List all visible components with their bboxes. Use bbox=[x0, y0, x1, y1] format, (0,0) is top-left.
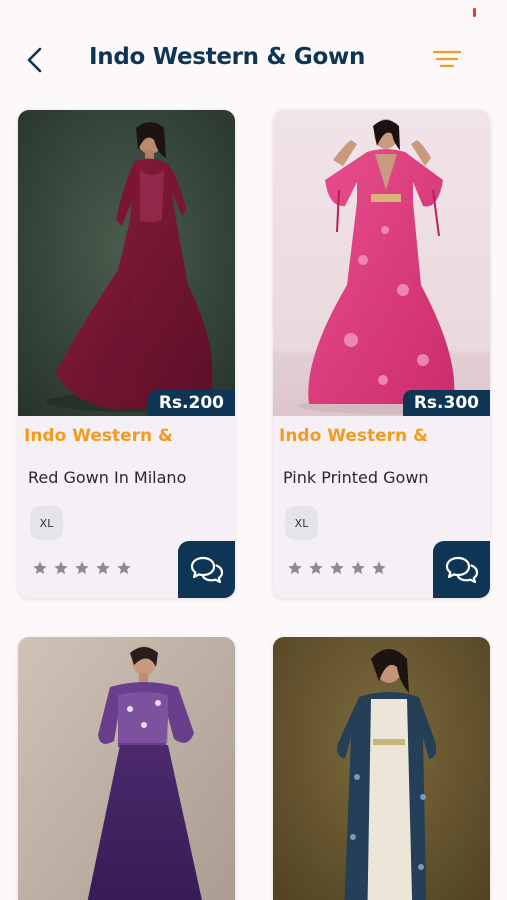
star-icon bbox=[330, 561, 344, 575]
product-image[interactable] bbox=[273, 637, 490, 900]
chat-bubbles-icon bbox=[190, 556, 223, 583]
size-chip[interactable]: XL bbox=[30, 506, 63, 540]
product-card[interactable]: Rs.200 Indo Western & Red Gown In Milano… bbox=[18, 110, 235, 598]
product-category: Indo Western & bbox=[279, 426, 428, 446]
price-tag: Rs.300 bbox=[402, 390, 490, 416]
star-icon bbox=[54, 561, 68, 575]
star-icon bbox=[372, 561, 386, 575]
star-icon bbox=[75, 561, 89, 575]
star-icon bbox=[33, 561, 47, 575]
product-card[interactable] bbox=[273, 637, 490, 900]
chat-bubbles-icon bbox=[445, 556, 478, 583]
product-card[interactable] bbox=[18, 637, 235, 900]
chat-button[interactable] bbox=[178, 541, 235, 598]
rating-stars bbox=[287, 560, 387, 576]
chat-button[interactable] bbox=[433, 541, 490, 598]
star-icon bbox=[309, 561, 323, 575]
product-card[interactable]: Rs.300 Indo Western & Pink Printed Gown … bbox=[273, 110, 490, 598]
product-name[interactable]: Red Gown In Milano bbox=[28, 468, 186, 487]
star-icon bbox=[288, 561, 302, 575]
rating-stars bbox=[32, 560, 132, 576]
product-category: Indo Western & bbox=[24, 426, 173, 446]
product-image[interactable] bbox=[18, 637, 235, 900]
star-icon bbox=[117, 561, 131, 575]
price-tag: Rs.200 bbox=[147, 390, 235, 416]
product-image[interactable] bbox=[18, 110, 235, 416]
product-name[interactable]: Pink Printed Gown bbox=[283, 468, 429, 487]
star-icon bbox=[96, 561, 110, 575]
size-chip[interactable]: XL bbox=[285, 506, 318, 540]
star-icon bbox=[351, 561, 365, 575]
product-grid: Rs.200 Indo Western & Red Gown In Milano… bbox=[0, 0, 507, 900]
product-image[interactable] bbox=[273, 110, 490, 416]
